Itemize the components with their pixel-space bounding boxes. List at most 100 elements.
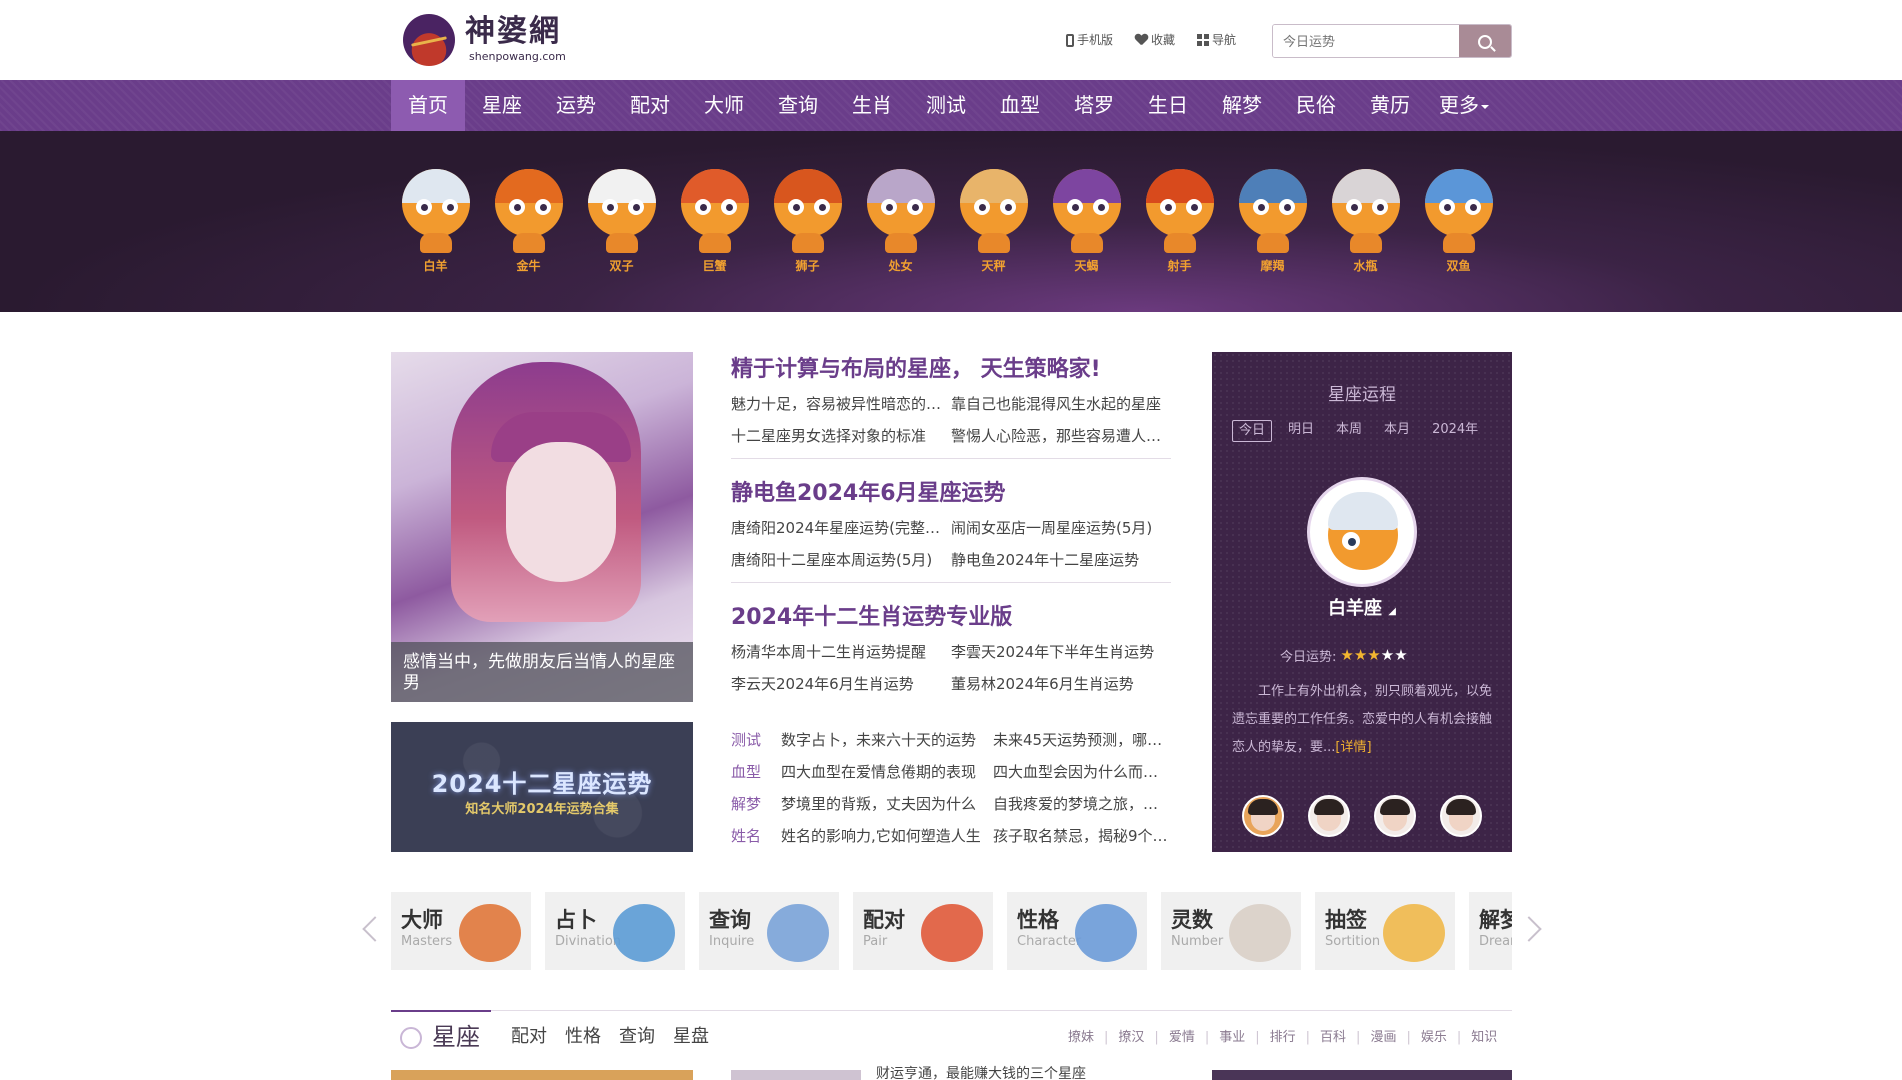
zodiac-sign[interactable]: 金牛 — [491, 169, 566, 274]
category-link[interactable]: 四大血型会因为什么而分手 — [993, 756, 1171, 788]
category-link[interactable]: 孩子取名禁忌，揭秘9个误区 — [993, 820, 1171, 852]
nav-item[interactable]: 配对 — [613, 80, 687, 131]
carousel-prev-arrow-icon[interactable] — [362, 912, 380, 948]
category-link[interactable]: 未来45天运势预测，哪方面最顺 — [993, 724, 1171, 756]
news-headline[interactable]: 精于计算与布局的星座， 天生策略家! — [731, 352, 1171, 388]
category-link[interactable]: 四大血型在爱情怠倦期的表现 — [781, 756, 993, 788]
section-thumb-1[interactable] — [391, 1070, 693, 1080]
category-tag[interactable]: 解梦 — [731, 788, 781, 820]
news-link[interactable]: 李雲天2024年下半年生肖运势 — [951, 636, 1171, 668]
category-link[interactable]: 自我疼爱的梦境之旅，是何预兆 — [993, 788, 1171, 820]
feature-card[interactable]: 查询 Inquire — [699, 892, 839, 970]
news-link[interactable]: 十二星座男女选择对象的标准 — [731, 420, 951, 452]
search-button[interactable] — [1459, 25, 1511, 57]
mobile-link[interactable]: 手机版 — [1066, 30, 1113, 50]
nav-item[interactable]: 测试 — [909, 80, 983, 131]
master-avatar[interactable] — [1242, 795, 1284, 837]
section-tab[interactable]: 配对 — [511, 1026, 547, 1048]
news-link[interactable]: 静电鱼2024年十二星座运势 — [951, 544, 1171, 576]
section-thumb-2[interactable] — [731, 1070, 861, 1080]
section-link[interactable]: 撩汉 — [1118, 1030, 1144, 1046]
horoscope-tab[interactable]: 本周 — [1330, 420, 1368, 442]
section-link[interactable]: 漫画 — [1370, 1030, 1396, 1046]
section-link[interactable]: 百科 — [1320, 1030, 1346, 1046]
news-link[interactable]: 唐绮阳2024年星座运势(完整版) — [731, 512, 951, 544]
news-link[interactable]: 李云天2024年6月生肖运势 — [731, 668, 951, 700]
news-link[interactable]: 靠自己也能混得风生水起的星座 — [951, 388, 1171, 420]
zodiac-sign[interactable]: 巨蟹 — [677, 169, 752, 274]
section-link[interactable]: 撩妹 — [1068, 1030, 1094, 1046]
feature-article-image[interactable]: 感情当中，先做朋友后当情人的星座男 — [391, 352, 693, 702]
zodiac-sign[interactable]: 双鱼 — [1421, 169, 1496, 274]
news-link[interactable]: 杨清华本周十二生肖运势提醒 — [731, 636, 951, 668]
zodiac-sign[interactable]: 处女 — [863, 169, 938, 274]
feature-card[interactable]: 占卜 Divination — [545, 892, 685, 970]
category-link[interactable]: 姓名的影响力,它如何塑造人生 — [781, 820, 993, 852]
nav-item[interactable]: 更多 — [1427, 80, 1501, 131]
nav-item[interactable]: 大师 — [687, 80, 761, 131]
news-link[interactable]: 魅力十足，容易被异性暗恋的星座 — [731, 388, 951, 420]
horoscope-tab[interactable]: 2024年 — [1426, 420, 1484, 442]
horoscope-tab[interactable]: 明日 — [1282, 420, 1320, 442]
site-logo[interactable]: 神婆網 shenpowang.com — [403, 14, 573, 66]
feature-card[interactable]: 性格 Character — [1007, 892, 1147, 970]
category-tag[interactable]: 姓名 — [731, 820, 781, 852]
nav-item[interactable]: 首页 — [391, 80, 465, 131]
zodiac-sign[interactable]: 射手 — [1142, 169, 1217, 274]
section-link[interactable]: 娱乐 — [1421, 1030, 1447, 1046]
nav-item[interactable]: 运势 — [539, 80, 613, 131]
favorite-link[interactable]: 收藏 — [1135, 30, 1175, 50]
news-link[interactable]: 警惕人心险恶，那些容易遭人算计的星座 — [951, 420, 1171, 452]
category-link[interactable]: 数字占卜，未来六十天的运势 — [781, 724, 993, 756]
feature-card[interactable]: 灵数 Number — [1161, 892, 1301, 970]
nav-item[interactable]: 民俗 — [1279, 80, 1353, 131]
feature-card[interactable]: 大师 Masters — [391, 892, 531, 970]
nav-item[interactable]: 黄历 — [1353, 80, 1427, 131]
category-link[interactable]: 梦境里的背叛，丈夫因为什么 — [781, 788, 993, 820]
news-headline[interactable]: 静电鱼2024年6月星座运势 — [731, 476, 1171, 512]
section-thumb-3[interactable] — [1212, 1070, 1512, 1080]
search-input[interactable] — [1273, 25, 1459, 57]
nav-item[interactable]: 解梦 — [1205, 80, 1279, 131]
nav-item[interactable]: 查询 — [761, 80, 835, 131]
horoscope-tab[interactable]: 今日 — [1232, 420, 1273, 442]
section-tab[interactable]: 查询 — [619, 1026, 655, 1048]
section-link[interactable]: 事业 — [1219, 1030, 1245, 1046]
zodiac-sign[interactable]: 水瓶 — [1328, 169, 1403, 274]
news-link[interactable]: 唐绮阳十二星座本周运势(5月) — [731, 544, 951, 576]
category-tag[interactable]: 测试 — [731, 724, 781, 756]
master-avatar[interactable] — [1374, 795, 1416, 837]
zodiac-sign[interactable]: 白羊 — [398, 169, 473, 274]
feature-card[interactable]: 抽签 Sortition — [1315, 892, 1455, 970]
carousel-next-arrow-icon[interactable] — [1522, 912, 1540, 948]
master-avatar[interactable] — [1440, 795, 1482, 837]
feature-card[interactable]: 解梦 Dream — [1469, 892, 1512, 970]
section-title[interactable]: 星座 — [432, 1022, 480, 1052]
promo-banner[interactable]: 2024十二星座运势 知名大师2024年运势合集 — [391, 722, 693, 852]
feature-card[interactable]: 配对 Pair — [853, 892, 993, 970]
aries-avatar-icon[interactable] — [1307, 477, 1417, 587]
section-link[interactable]: 排行 — [1270, 1030, 1296, 1046]
nav-item[interactable]: 生日 — [1131, 80, 1205, 131]
section-tab[interactable]: 性格 — [565, 1026, 601, 1048]
section-link[interactable]: 爱情 — [1169, 1030, 1195, 1046]
category-tag[interactable]: 血型 — [731, 756, 781, 788]
navigation-link[interactable]: 导航 — [1197, 30, 1236, 50]
section-link[interactable]: 知识 — [1471, 1030, 1497, 1046]
section-tab[interactable]: 星盘 — [673, 1026, 709, 1048]
news-headline[interactable]: 2024年十二生肖运势专业版 — [731, 600, 1171, 636]
nav-item[interactable]: 血型 — [983, 80, 1057, 131]
zodiac-sign[interactable]: 天秤 — [956, 169, 1031, 274]
feature-caption[interactable]: 感情当中，先做朋友后当情人的星座男 — [391, 642, 693, 702]
nav-item[interactable]: 星座 — [465, 80, 539, 131]
nav-item[interactable]: 生肖 — [835, 80, 909, 131]
news-link[interactable]: 董易林2024年6月生肖运势 — [951, 668, 1171, 700]
zodiac-sign[interactable]: 狮子 — [770, 169, 845, 274]
master-avatar[interactable] — [1308, 795, 1350, 837]
section-headline[interactable]: 财运亨通，最能赚大钱的三个星座 — [876, 1067, 1086, 1080]
horoscope-sign-selector[interactable]: 白羊座 ◢ — [1212, 594, 1512, 620]
news-link[interactable]: 闹闹女巫店一周星座运势(5月) — [951, 512, 1171, 544]
horoscope-detail-link[interactable]: [详情] — [1335, 740, 1371, 755]
zodiac-sign[interactable]: 天蝎 — [1049, 169, 1124, 274]
zodiac-sign[interactable]: 双子 — [584, 169, 659, 274]
